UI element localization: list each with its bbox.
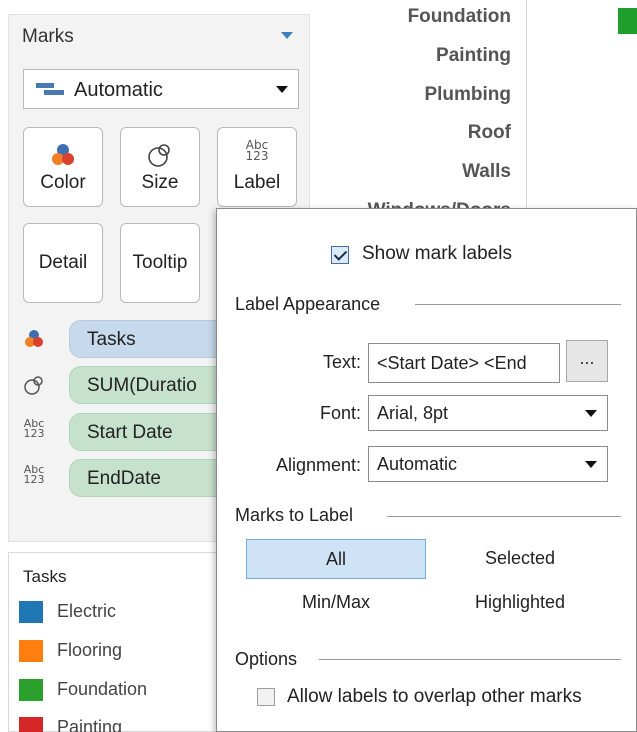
section-divider (319, 659, 621, 660)
font-value: Arial, 8pt (377, 403, 449, 423)
section-divider (387, 516, 621, 517)
legend-label: Foundation (57, 679, 148, 699)
mark-type-value: Automatic (74, 79, 163, 101)
detail-card[interactable]: Detail (23, 223, 103, 303)
axis-label-walls: Walls (462, 161, 511, 182)
tooltip-card-label: Tooltip (132, 252, 188, 273)
show-mark-labels-checkbox[interactable] (331, 246, 349, 264)
axis-label-foundation: Foundation (407, 6, 511, 27)
gantt-bar[interactable] (618, 8, 637, 34)
label-icon: Abc 123 (23, 463, 45, 486)
legend-label: Painting (57, 717, 123, 732)
allow-overlap-label[interactable]: Allow labels to overlap other marks (287, 686, 582, 708)
axis-divider (526, 0, 527, 212)
options-title: Options (235, 649, 308, 670)
color-icon (25, 330, 43, 347)
size-card[interactable]: Size (120, 127, 200, 207)
legend-label: Flooring (57, 640, 123, 660)
legend-label: Electric (57, 601, 117, 621)
show-mark-labels-label[interactable]: Show mark labels (362, 243, 512, 265)
allow-overlap-checkbox[interactable] (257, 688, 275, 706)
alignment-dropdown[interactable]: Automatic (368, 446, 608, 482)
edit-label-text-button[interactable]: ... (566, 340, 608, 382)
marks-menu-arrow-icon[interactable] (281, 32, 293, 39)
font-field-label: Font: (319, 403, 361, 423)
label-appearance-title: Label Appearance (235, 294, 391, 315)
label-icon: Abc 123 (23, 417, 45, 440)
color-card-label: Color (40, 172, 86, 193)
axis-label-roof: Roof (467, 122, 511, 143)
alignment-value: Automatic (377, 454, 458, 474)
legend-title: Tasks (23, 567, 67, 586)
chevron-down-icon (276, 86, 288, 93)
alignment-field-label: Alignment: (275, 455, 361, 475)
legend-swatch (19, 640, 43, 662)
tooltip-card[interactable]: Tooltip (120, 223, 200, 303)
size-icon (24, 376, 43, 395)
marks-to-label-title: Marks to Label (235, 505, 364, 526)
option-highlighted[interactable]: Highlighted (430, 583, 610, 623)
color-icon (52, 144, 74, 165)
option-selected[interactable]: Selected (430, 539, 610, 579)
size-icon (148, 144, 170, 167)
font-dropdown[interactable]: Arial, 8pt (368, 395, 608, 431)
gantt-mark-icon (36, 83, 64, 97)
legend-swatch (19, 601, 43, 623)
label-card[interactable]: Abc 123 Label (217, 127, 297, 207)
axis-label-painting: Painting (436, 45, 511, 66)
size-card-label: Size (141, 172, 179, 193)
chevron-down-icon (585, 461, 597, 468)
text-field-label: Text: (322, 352, 361, 372)
marks-title: Marks (22, 26, 74, 47)
label-text-field[interactable]: <Start Date> <End (368, 343, 560, 383)
mark-type-dropdown[interactable]: Automatic (23, 69, 299, 109)
detail-card-label: Detail (38, 252, 88, 273)
chevron-down-icon (585, 410, 597, 417)
legend-swatch (19, 679, 43, 701)
color-card[interactable]: Color (23, 127, 103, 207)
option-all[interactable]: All (246, 539, 426, 579)
axis-label-plumbing: Plumbing (424, 84, 511, 105)
section-divider (415, 304, 621, 305)
label-card-label: Label (233, 172, 281, 193)
legend-swatch (19, 717, 43, 732)
label-popup: Show mark labels Label Appearance Text: … (216, 208, 637, 732)
label-icon: Abc 123 (245, 138, 269, 163)
option-min-max[interactable]: Min/Max (246, 583, 426, 623)
